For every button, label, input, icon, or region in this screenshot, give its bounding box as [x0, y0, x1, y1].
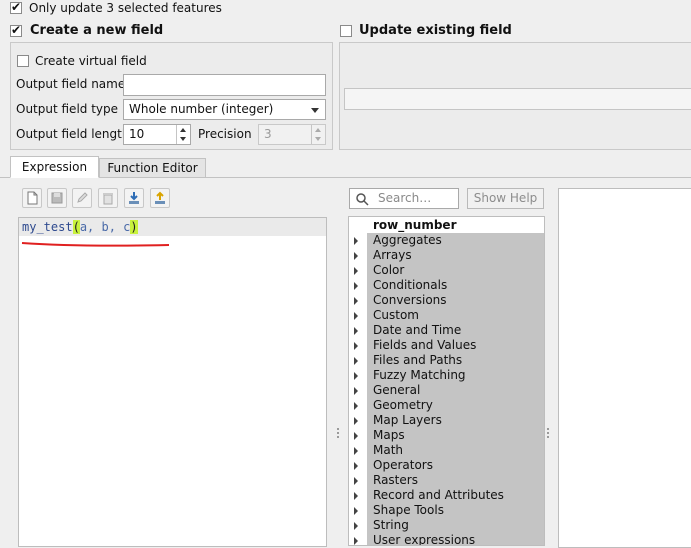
close-paren: ) — [130, 220, 138, 234]
tree-group[interactable]: Math — [354, 443, 544, 458]
expression-arguments: a, b, c — [79, 220, 131, 234]
virtual-field-label: Create virtual field — [35, 54, 147, 68]
tree-group[interactable]: Color — [354, 263, 544, 278]
tree-group[interactable]: Conditionals — [354, 278, 544, 293]
function-search-input[interactable]: Search… — [349, 188, 459, 209]
save-icon — [51, 192, 63, 204]
export-button[interactable] — [150, 188, 170, 208]
tree-group[interactable]: Fuzzy Matching — [354, 368, 544, 383]
splitter-handle[interactable] — [547, 428, 549, 440]
new-file-button[interactable] — [22, 188, 42, 208]
tree-group[interactable]: Fields and Values — [354, 338, 544, 353]
update-field-checkbox[interactable] — [340, 25, 352, 37]
tree-group[interactable]: Maps — [354, 428, 544, 443]
search-placeholder: Search… — [378, 191, 432, 205]
output-length-spinbox[interactable]: 10 — [123, 124, 191, 145]
tree-group[interactable]: Arrays — [354, 248, 544, 263]
expression-line: my_test(a, b, c) — [19, 218, 326, 236]
virtual-field-checkbox[interactable] — [17, 55, 29, 67]
expression-function-name: my_test — [22, 220, 73, 234]
tree-group[interactable]: Operators — [354, 458, 544, 473]
tree-group[interactable]: General — [354, 383, 544, 398]
tree-group[interactable]: Custom — [354, 308, 544, 323]
trash-icon — [103, 193, 113, 205]
delete-button[interactable] — [98, 188, 118, 208]
tab-expression[interactable]: Expression — [10, 156, 99, 178]
output-length-value: 10 — [129, 127, 145, 141]
tree-group[interactable]: Date and Time — [354, 323, 544, 338]
export-icon — [155, 191, 165, 204]
output-length-label: Output field length — [16, 127, 130, 141]
tree-group[interactable]: Geometry — [354, 398, 544, 413]
tree-group[interactable]: Map Layers — [354, 413, 544, 428]
search-icon — [356, 193, 369, 206]
output-name-input[interactable] — [123, 74, 326, 96]
tree-group[interactable]: Record and Attributes — [354, 488, 544, 503]
spin-arrows-icon[interactable] — [176, 125, 190, 144]
help-panel — [558, 188, 691, 548]
create-field-checkbox[interactable] — [10, 23, 22, 37]
only-selected-label: Only update 3 selected features — [29, 1, 222, 15]
import-button[interactable] — [124, 188, 144, 208]
output-type-select[interactable]: Whole number (integer) — [123, 99, 326, 120]
output-type-value: Whole number (integer) — [129, 102, 274, 116]
show-help-button[interactable]: Show Help — [467, 188, 544, 209]
save-button[interactable] — [47, 188, 67, 208]
pencil-icon — [77, 192, 88, 203]
precision-value: 3 — [264, 127, 272, 141]
tree-group[interactable]: Shape Tools — [354, 503, 544, 518]
edit-button[interactable] — [72, 188, 92, 208]
import-icon — [129, 192, 139, 204]
new-file-icon — [27, 191, 38, 205]
open-paren: ( — [72, 220, 80, 234]
tree-group[interactable]: Conversions — [354, 293, 544, 308]
output-name-label: Output field name — [16, 77, 126, 91]
precision-label: Precision — [198, 127, 252, 141]
tree-group[interactable]: Aggregates — [354, 233, 544, 248]
function-tree[interactable]: row_number Aggregates Arrays Color Conditio… — [348, 216, 545, 546]
only-selected-checkbox[interactable] — [10, 0, 22, 14]
tree-group[interactable]: String — [354, 518, 544, 533]
red-underline — [21, 242, 170, 247]
tree-group[interactable]: Files and Paths — [354, 353, 544, 368]
precision-spinbox[interactable]: 3 — [258, 124, 326, 145]
existing-field-select[interactable] — [344, 88, 691, 110]
tree-item-row-number[interactable]: row_number — [367, 218, 544, 233]
tab-function-editor[interactable]: Function Editor — [99, 158, 206, 178]
create-field-label: Create a new field — [30, 23, 164, 38]
splitter-handle[interactable] — [337, 428, 339, 440]
tree-group[interactable]: User expressions — [354, 533, 544, 545]
update-field-label: Update existing field — [359, 23, 512, 38]
spin-arrows-icon — [311, 125, 325, 144]
expression-editor[interactable]: my_test(a, b, c) — [18, 217, 327, 547]
chevron-down-icon — [311, 108, 319, 113]
tree-group[interactable]: Rasters — [354, 473, 544, 488]
output-type-label: Output field type — [16, 102, 119, 116]
